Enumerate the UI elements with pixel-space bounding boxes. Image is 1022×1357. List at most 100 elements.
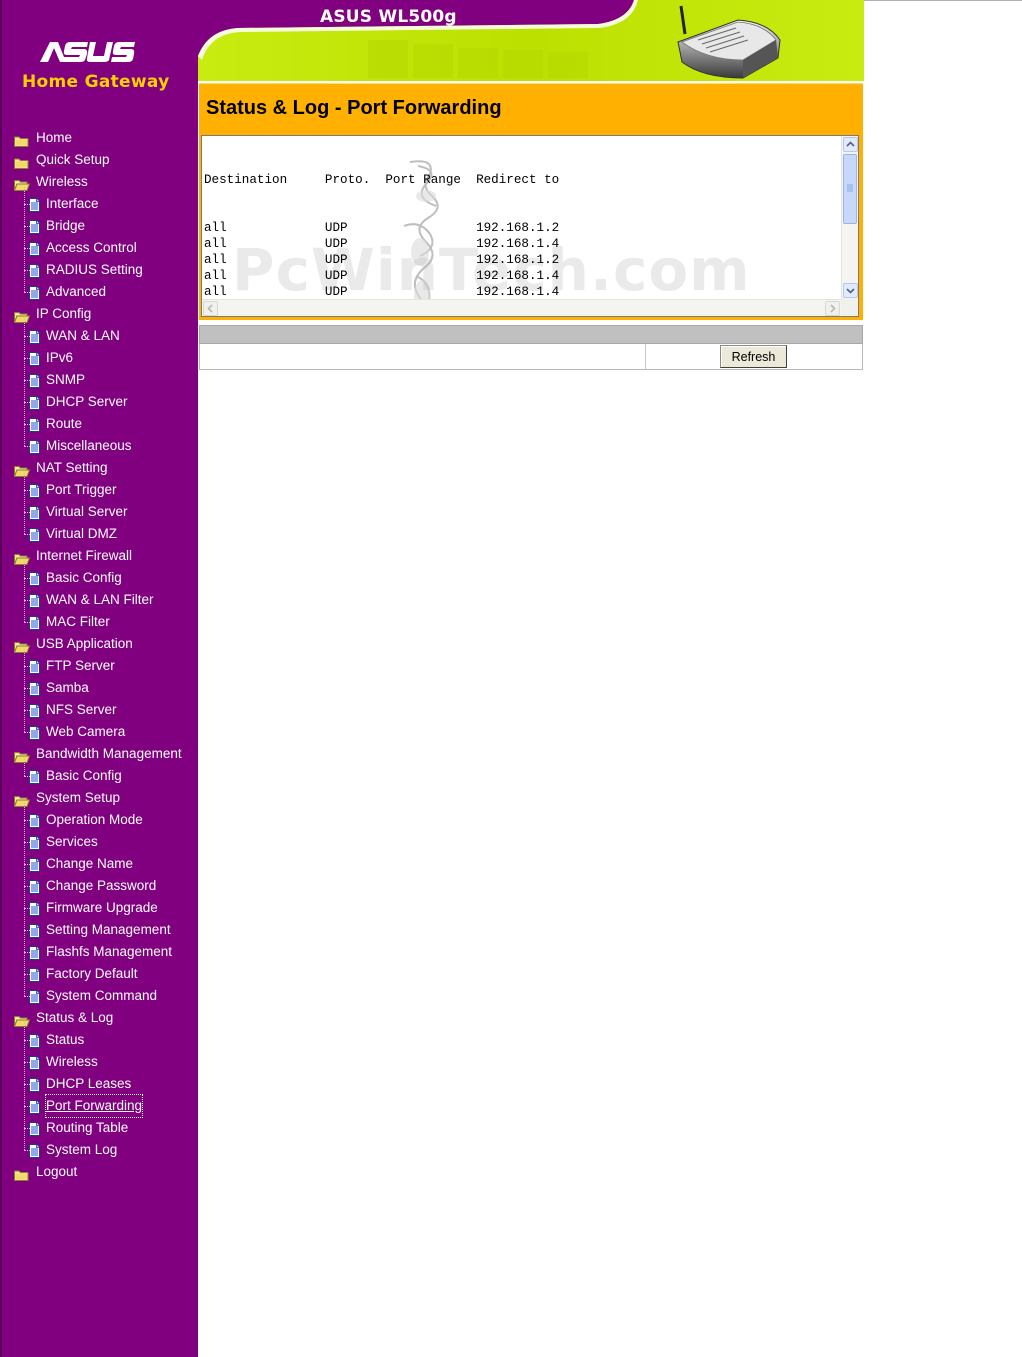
sidebar-item-label: Logout <box>36 1164 78 1179</box>
tree-line <box>24 473 25 534</box>
sidebar-item-label: IP Config <box>36 306 92 321</box>
sidebar-item-label: Miscellaneous <box>46 438 132 453</box>
sidebar-item-nat-setting[interactable]: NAT Setting <box>12 457 198 479</box>
sidebar-item-label: WAN & LAN Filter <box>46 592 154 607</box>
scroll-left-button[interactable] <box>203 301 218 316</box>
log-row: all UDP 192.168.1.2 <box>204 253 560 267</box>
sidebar-item-label: Wireless <box>36 174 88 189</box>
sidebar-item-firewall-basic-config[interactable]: Basic Config <box>12 567 198 589</box>
sidebar-item-label: FTP Server <box>46 658 115 673</box>
sidebar-item-snmp[interactable]: SNMP <box>12 369 198 391</box>
model-title: ASUS WL500g <box>320 7 457 27</box>
sidebar-item-system-command[interactable]: System Command <box>12 985 198 1007</box>
sidebar-item-label: Port Forwarding <box>44 1094 144 1118</box>
sidebar-item-label: Interface <box>46 196 99 211</box>
sidebar-item-mac-filter[interactable]: MAC Filter <box>12 611 198 633</box>
sidebar-item-wan-lan-filter[interactable]: WAN & LAN Filter <box>12 589 198 611</box>
sidebar-item-bridge[interactable]: Bridge <box>12 215 198 237</box>
sidebar-item-factory-default[interactable]: Factory Default <box>12 963 198 985</box>
sidebar-item-home[interactable]: Home <box>12 127 198 149</box>
sidebar-item-firmware-upgrade[interactable]: Firmware Upgrade <box>12 897 198 919</box>
sidebar-item-wireless[interactable]: Wireless <box>12 171 198 193</box>
sidebar-item-nfs-server[interactable]: NFS Server <box>12 699 198 721</box>
sidebar-item-routing-table[interactable]: Routing Table <box>12 1117 198 1139</box>
sidebar-item-logout[interactable]: Logout <box>12 1161 198 1183</box>
sidebar-item-system-log[interactable]: System Log <box>12 1139 198 1161</box>
horizontal-scrollbar[interactable] <box>202 299 842 316</box>
sidebar-item-bandwidth-management[interactable]: Bandwidth Management <box>12 743 198 765</box>
sidebar-item-quick-setup[interactable]: Quick Setup <box>12 149 198 171</box>
sidebar-item-label: Status & Log <box>36 1010 114 1025</box>
sidebar-item-operation-mode[interactable]: Operation Mode <box>12 809 198 831</box>
tree-line <box>24 187 25 292</box>
sidebar-item-label: Setting Management <box>46 922 171 937</box>
sidebar-item-dhcp-leases[interactable]: DHCP Leases <box>12 1073 198 1095</box>
scroll-thumb[interactable] <box>843 154 857 224</box>
log-row: all UDP 192.168.1.4 <box>204 237 560 251</box>
sidebar-item-label: DHCP Server <box>46 394 128 409</box>
sidebar-item-port-trigger[interactable]: Port Trigger <box>12 479 198 501</box>
sidebar-item-virtual-dmz[interactable]: Virtual DMZ <box>12 523 198 545</box>
sidebar-item-usb-application[interactable]: USB Application <box>12 633 198 655</box>
log-row: all UDP 192.168.1.2 <box>204 221 560 235</box>
sidebar-item-samba[interactable]: Samba <box>12 677 198 699</box>
port-forwarding-log-panel: PcWinTech.com Destination Proto. Port Ra… <box>199 133 863 320</box>
sidebar-item-advanced[interactable]: Advanced <box>12 281 198 303</box>
sidebar-item-label: Basic Config <box>46 570 122 585</box>
sidebar-item-label: Route <box>46 416 83 431</box>
sidebar-item-label: SNMP <box>46 372 86 387</box>
tree-line <box>24 319 25 446</box>
sidebar-item-services[interactable]: Services <box>12 831 198 853</box>
sidebar-item-status-wireless[interactable]: Wireless <box>12 1051 198 1073</box>
sidebar-item-ftp-server[interactable]: FTP Server <box>12 655 198 677</box>
sidebar-item-label: Wireless <box>46 1054 98 1069</box>
sidebar-item-web-camera[interactable]: Web Camera <box>12 721 198 743</box>
sidebar-item-wan-lan[interactable]: WAN & LAN <box>12 325 198 347</box>
tree-connector <box>24 292 30 293</box>
sidebar-item-setting-management[interactable]: Setting Management <box>12 919 198 941</box>
sidebar-item-label: Web Camera <box>46 724 126 739</box>
sidebar-item-label: Basic Config <box>46 768 122 783</box>
vertical-scrollbar[interactable] <box>841 136 858 300</box>
sidebar-item-bandwidth-basic-config[interactable]: Basic Config <box>12 765 198 787</box>
sidebar-item-change-password[interactable]: Change Password <box>12 875 198 897</box>
sidebar-item-label: WAN & LAN <box>46 328 120 343</box>
sidebar-item-label: Bridge <box>46 218 86 233</box>
sidebar-item-port-forwarding[interactable]: Port Forwarding <box>12 1094 198 1118</box>
sidebar-item-label: System Setup <box>36 790 121 805</box>
sidebar: Home Gateway Home Quick Setup Wireless Inte… <box>0 0 198 1357</box>
sidebar-item-label: DHCP Leases <box>46 1076 132 1091</box>
grip-icon <box>847 184 853 192</box>
header-banner: ASUS WL500g <box>198 0 864 83</box>
sidebar-item-status[interactable]: Status <box>12 1029 198 1051</box>
sidebar-item-label: Access Control <box>46 240 137 255</box>
tree-connector <box>24 996 30 997</box>
sidebar-item-label: Routing Table <box>46 1120 129 1135</box>
sidebar-item-internet-firewall[interactable]: Internet Firewall <box>12 545 198 567</box>
sidebar-item-status-log[interactable]: Status & Log <box>12 1007 198 1029</box>
port-forwarding-log-textarea[interactable]: PcWinTech.com Destination Proto. Port Ra… <box>201 135 859 317</box>
refresh-button[interactable]: Refresh <box>720 345 787 368</box>
sidebar-item-interface[interactable]: Interface <box>12 193 198 215</box>
sidebar-item-label: System Command <box>46 988 158 1003</box>
sidebar-item-label: Operation Mode <box>46 812 143 827</box>
sidebar-item-dhcp-server[interactable]: DHCP Server <box>12 391 198 413</box>
sidebar-item-miscellaneous[interactable]: Miscellaneous <box>12 435 198 457</box>
scroll-down-button[interactable] <box>843 283 858 298</box>
action-row: Refresh <box>199 344 863 370</box>
sidebar-item-virtual-server[interactable]: Virtual Server <box>12 501 198 523</box>
sidebar-item-change-name[interactable]: Change Name <box>12 853 198 875</box>
log-row: all UDP 192.168.1.4 <box>204 269 560 283</box>
sidebar-item-label: Quick Setup <box>36 152 110 167</box>
sidebar-item-radius-setting[interactable]: RADIUS Setting <box>12 259 198 281</box>
log-row: all UDP 192.168.1.2 <box>204 316 559 317</box>
scroll-up-button[interactable] <box>843 137 858 152</box>
sidebar-item-access-control[interactable]: Access Control <box>12 237 198 259</box>
sidebar-item-ip-config[interactable]: IP Config <box>12 303 198 325</box>
banner-graphic <box>198 0 864 83</box>
sidebar-item-flashfs-management[interactable]: Flashfs Management <box>12 941 198 963</box>
sidebar-item-system-setup[interactable]: System Setup <box>12 787 198 809</box>
sidebar-item-ipv6[interactable]: IPv6 <box>12 347 198 369</box>
scroll-right-button[interactable] <box>825 301 840 316</box>
sidebar-item-route[interactable]: Route <box>12 413 198 435</box>
